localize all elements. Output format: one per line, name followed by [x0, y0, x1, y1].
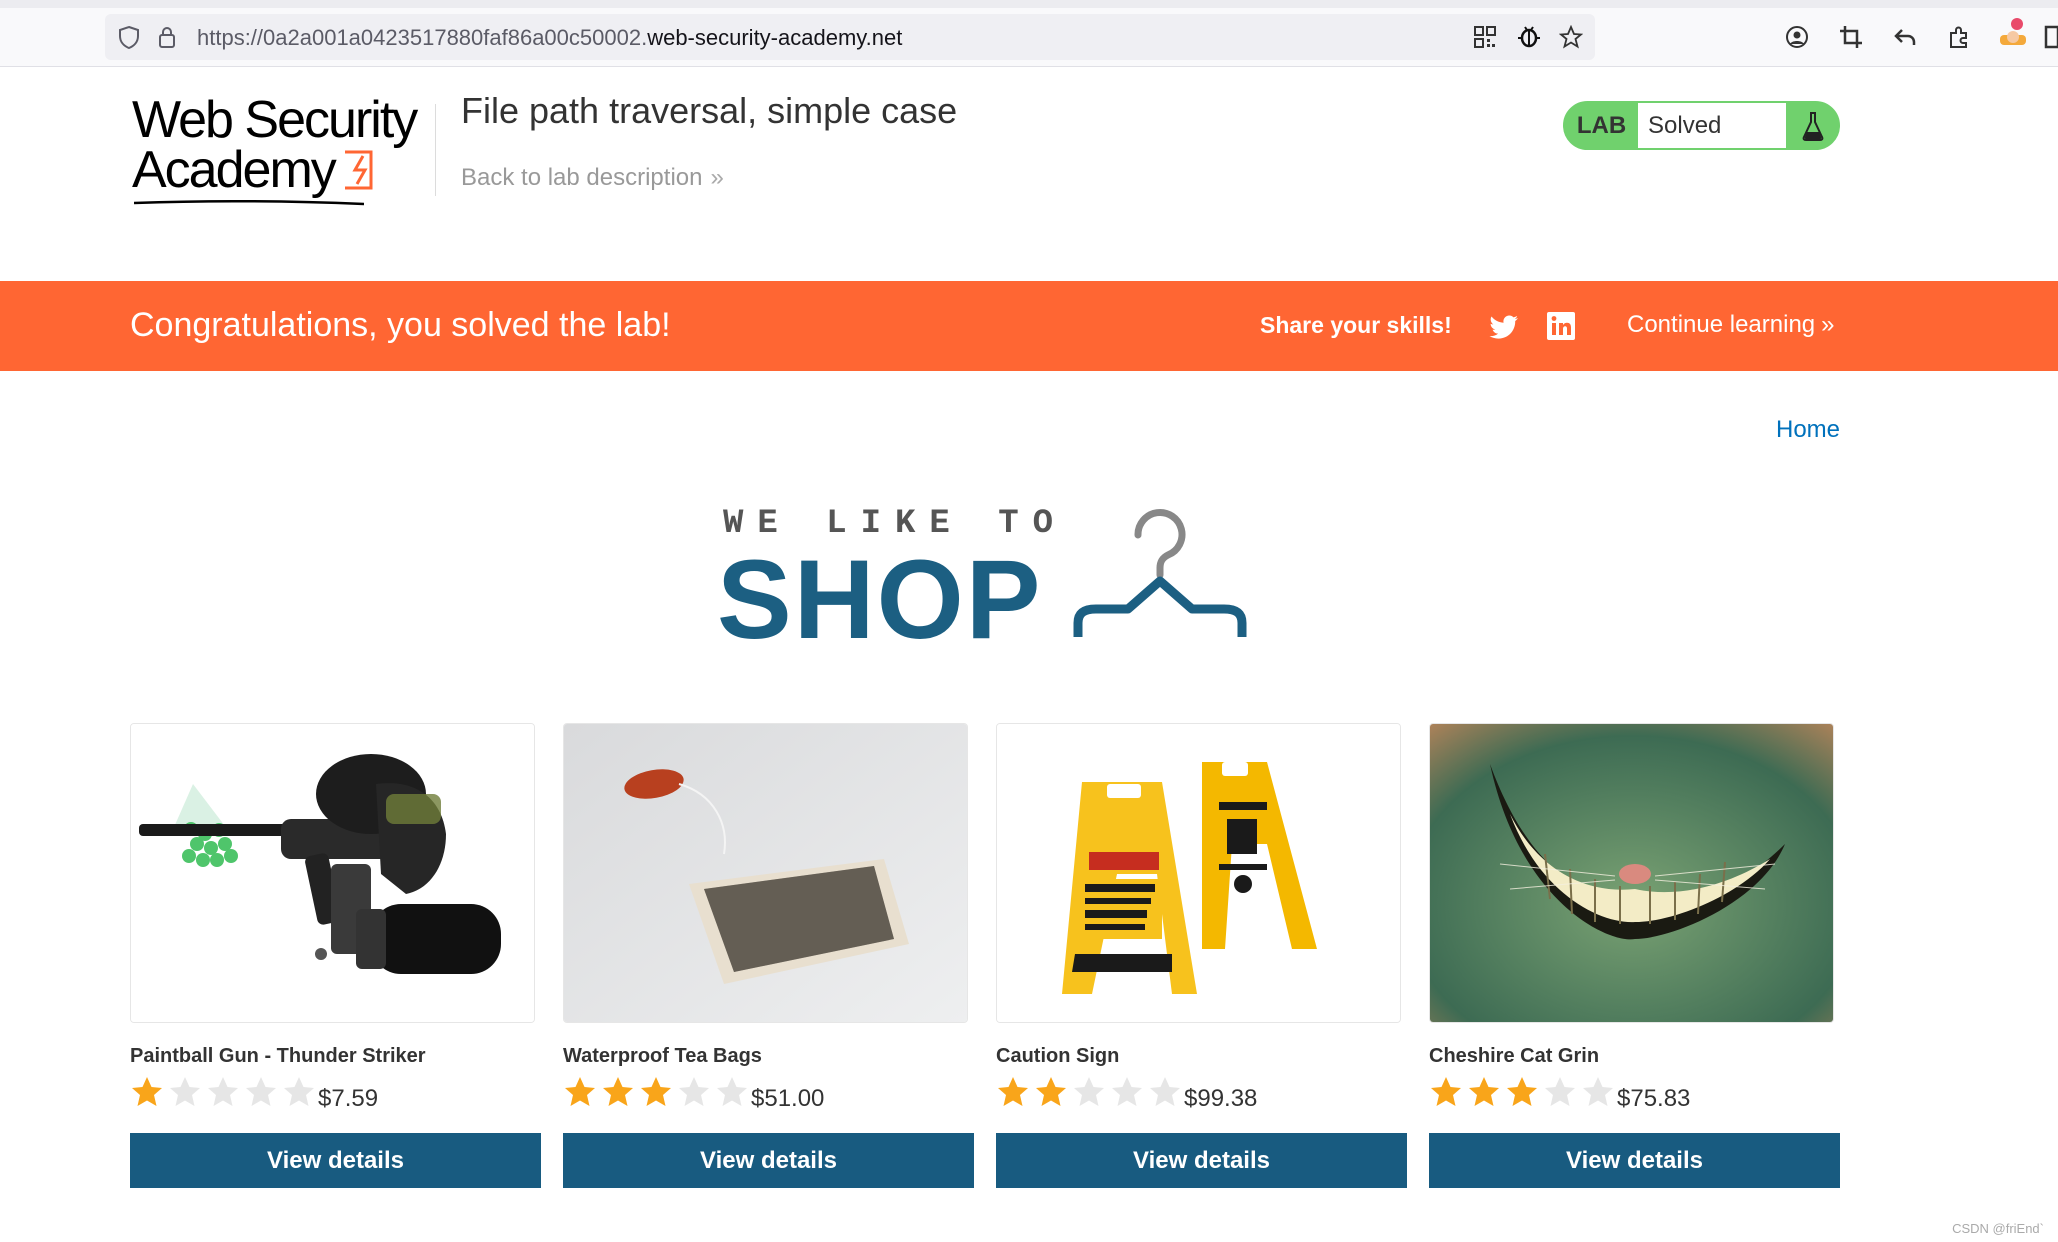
star-empty-icon: [246, 1077, 276, 1106]
crop-icon[interactable]: [1836, 22, 1866, 52]
double-chevron-right-icon: »: [1821, 311, 1835, 338]
linkedin-icon[interactable]: [1546, 311, 1576, 341]
flask-icon: [1787, 103, 1838, 148]
star-rating: [1429, 1075, 1619, 1111]
product-image-paintball-gun[interactable]: [130, 723, 535, 1023]
watermark: CSDN @friEnd`: [1952, 1221, 2044, 1236]
view-details-button[interactable]: View details: [130, 1133, 541, 1188]
sidebar-icon[interactable]: [2044, 22, 2058, 52]
twitter-icon[interactable]: [1488, 311, 1520, 343]
product-name[interactable]: Waterproof Tea Bags: [563, 1045, 762, 1068]
profile-avatar-icon[interactable]: [1998, 18, 2028, 48]
hanger-icon: [1073, 509, 1247, 637]
star-filled-icon: [565, 1077, 595, 1106]
star-filled-icon: [1469, 1077, 1499, 1106]
star-empty-icon: [717, 1077, 747, 1106]
logo-line-1: Web Security: [132, 91, 418, 149]
tab-strip: [0, 0, 2058, 8]
lab-title: File path traversal, simple case: [461, 90, 958, 131]
lock-icon[interactable]: [153, 23, 181, 51]
logo-academy-text: Academy: [132, 141, 337, 199]
header-divider: [435, 104, 436, 196]
back-link-label: Back to lab description: [461, 164, 703, 191]
star-filled-icon: [603, 1077, 633, 1106]
url-text[interactable]: https://0a2a001a0423517880faf86a00c50002…: [197, 25, 902, 51]
hero-title: SHOP: [717, 537, 1043, 662]
web-security-academy-logo[interactable]: Web Security Academy: [132, 91, 432, 210]
star-rating: [563, 1075, 753, 1111]
star-empty-icon: [170, 1077, 200, 1106]
logo-bolt-icon: [344, 150, 373, 190]
star-empty-icon: [679, 1077, 709, 1106]
share-skills-label: Share your skills!: [1260, 312, 1452, 338]
product-price: $75.83: [1617, 1085, 1691, 1112]
star-filled-icon: [1431, 1077, 1461, 1106]
product-price: $7.59: [318, 1085, 379, 1112]
star-rating: [996, 1075, 1186, 1111]
continue-learning-label: Continue learning: [1627, 311, 1816, 338]
star-filled-icon: [641, 1077, 671, 1106]
product-name[interactable]: Paintball Gun - Thunder Striker: [130, 1045, 426, 1068]
lab-status-label: LAB: [1576, 111, 1627, 139]
view-details-button[interactable]: View details: [563, 1133, 974, 1188]
bookmark-star-icon[interactable]: [1557, 23, 1585, 51]
address-bar[interactable]: https://0a2a001a0423517880faf86a00c50002…: [105, 14, 1595, 60]
star-empty-icon: [1112, 1077, 1142, 1106]
banner-message: Congratulations, you solved the lab!: [130, 306, 671, 344]
congratulations-banner: Congratulations, you solved the lab! Sha…: [0, 281, 2058, 371]
home-link[interactable]: Home: [1776, 416, 1840, 444]
star-filled-icon: [132, 1077, 162, 1106]
double-chevron-right-icon: »: [710, 164, 724, 191]
product-price: $99.38: [1184, 1085, 1258, 1112]
star-rating: [130, 1075, 320, 1111]
star-empty-icon: [208, 1077, 238, 1106]
star-filled-icon: [1507, 1077, 1537, 1106]
bug-icon[interactable]: [1515, 23, 1543, 51]
continue-learning-link[interactable]: Continue learning»: [1627, 311, 1835, 339]
product-image-caution-sign[interactable]: [996, 723, 1401, 1023]
back-to-lab-description-link[interactable]: Back to lab description »: [461, 164, 724, 192]
shield-icon[interactable]: [115, 23, 143, 51]
undo-icon[interactable]: [1890, 22, 1920, 52]
product-image-tea-bags[interactable]: [563, 723, 968, 1023]
product-price: $51.00: [751, 1085, 825, 1112]
extensions-icon[interactable]: [1944, 22, 1974, 52]
star-empty-icon: [1583, 1077, 1613, 1106]
logo-line-2: Academy: [132, 141, 432, 199]
star-empty-icon: [1074, 1077, 1104, 1106]
qr-code-icon[interactable]: [1471, 23, 1499, 51]
product-image-cheshire-cat[interactable]: [1429, 723, 1834, 1023]
star-filled-icon: [1036, 1077, 1066, 1106]
lab-status-widget: LAB Solved: [1563, 101, 1840, 150]
view-details-button[interactable]: View details: [1429, 1133, 1840, 1188]
account-icon[interactable]: [1782, 22, 1812, 52]
star-filled-icon: [998, 1077, 1028, 1106]
browser-toolbar: https://0a2a001a0423517880faf86a00c50002…: [0, 0, 2058, 67]
product-name[interactable]: Cheshire Cat Grin: [1429, 1045, 1599, 1068]
view-details-button[interactable]: View details: [996, 1133, 1407, 1188]
lab-status-value: Solved: [1638, 103, 1786, 148]
star-empty-icon: [1545, 1077, 1575, 1106]
star-empty-icon: [284, 1077, 314, 1106]
product-name[interactable]: Caution Sign: [996, 1045, 1119, 1068]
star-empty-icon: [1150, 1077, 1180, 1106]
logo-underline: [134, 199, 364, 206]
